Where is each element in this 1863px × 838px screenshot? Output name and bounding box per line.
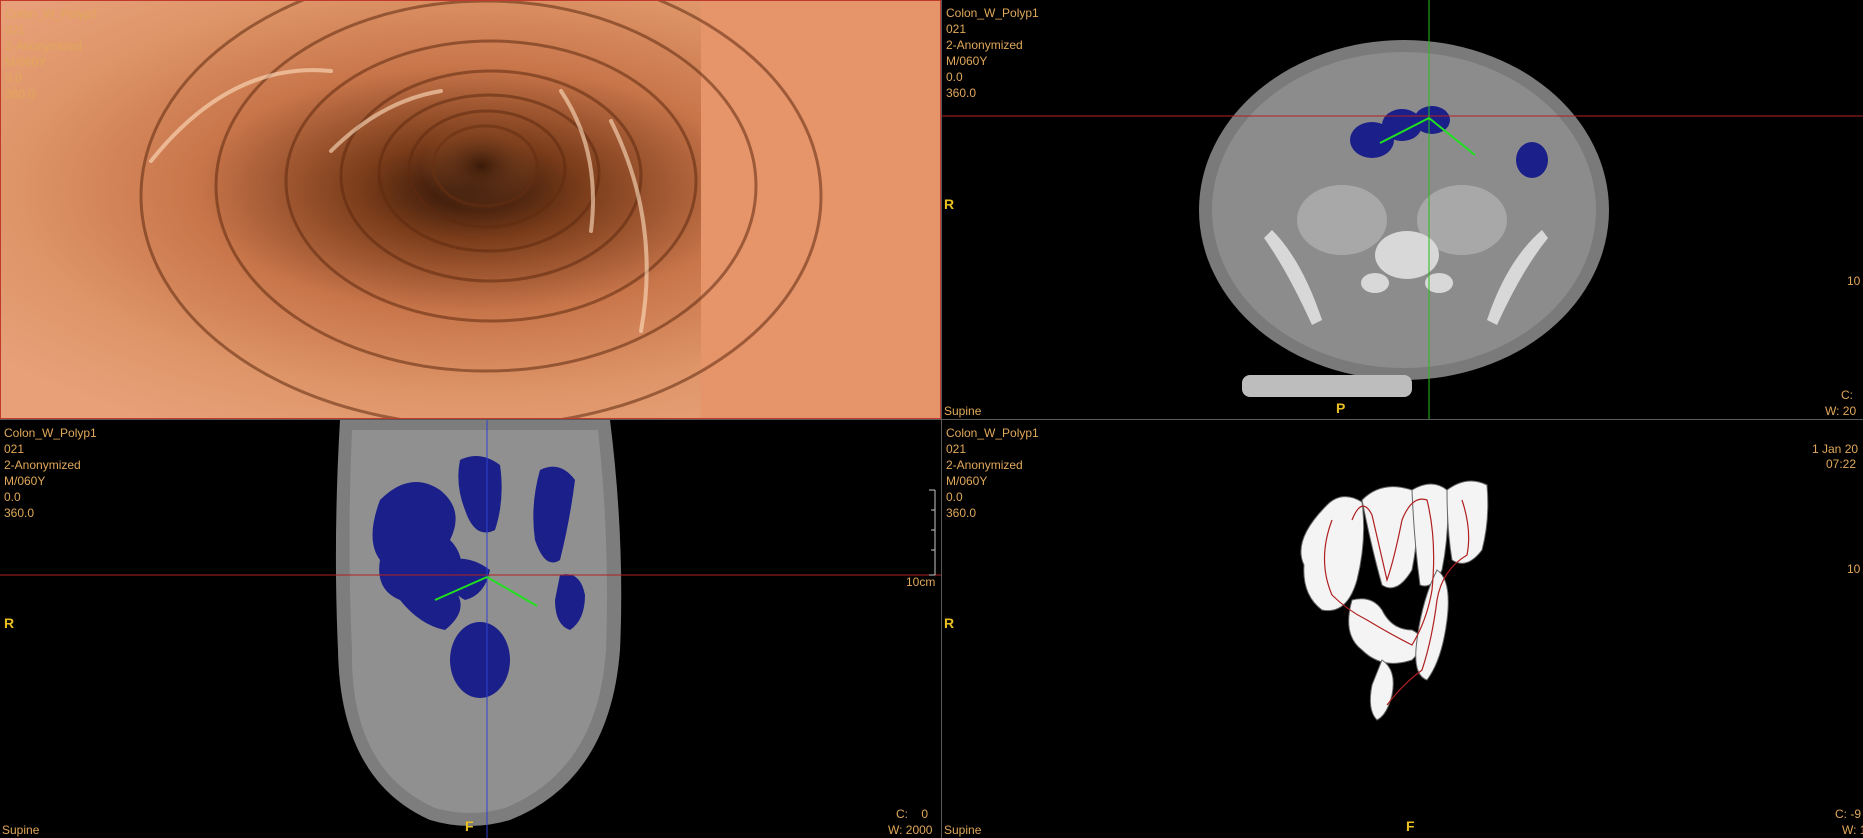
scale-label: 10 bbox=[1847, 562, 1861, 576]
value-a: 0.0 bbox=[4, 490, 21, 504]
value-b: 360.0 bbox=[946, 506, 977, 520]
colon-lumen-render bbox=[1, 1, 940, 418]
endo-study-info: Colon_W_Polyp1 021 2-Anonymized M/060Y 0… bbox=[5, 6, 98, 102]
value-a: 0.0 bbox=[946, 490, 963, 504]
window-center-label: C: 0 bbox=[896, 807, 929, 821]
study-id: 021 bbox=[4, 442, 25, 456]
value-a: 0.0 bbox=[946, 70, 963, 84]
coronal-ct-image bbox=[0, 420, 941, 838]
scale-label: 10 bbox=[1847, 274, 1861, 288]
colon-3d-model-view[interactable]: Colon_W_Polyp1 021 2-Anonymized M/060Y 0… bbox=[942, 420, 1863, 838]
patient-name: 2-Anonymized bbox=[5, 39, 82, 53]
window-center-label: C: bbox=[1841, 388, 1853, 402]
patient-name: 2-Anonymized bbox=[4, 458, 81, 472]
patient-position-label: Supine bbox=[944, 823, 982, 837]
scale-ruler bbox=[929, 489, 936, 576]
window-width-label: W: 20 bbox=[1825, 404, 1857, 418]
study-name: Colon_W_Polyp1 bbox=[946, 426, 1039, 440]
coronal-ct-view[interactable]: Colon_W_Polyp1 021 2-Anonymized M/060Y 0… bbox=[0, 420, 941, 838]
study-id: 021 bbox=[946, 442, 967, 456]
study-time-label: 07:22 bbox=[1826, 457, 1857, 471]
orientation-bottom-label: F bbox=[1406, 818, 1415, 834]
value-b: 360.0 bbox=[5, 87, 36, 101]
study-id: 021 bbox=[946, 22, 967, 36]
value-b: 360.0 bbox=[946, 86, 977, 100]
patient-sex-age: M/060Y bbox=[4, 474, 46, 488]
orientation-right-label: R bbox=[944, 615, 955, 631]
patient-name: 2-Anonymized bbox=[946, 38, 1023, 52]
patient-sex-age: M/060Y bbox=[5, 55, 47, 69]
orientation-right-label: R bbox=[4, 615, 15, 631]
patient-position-label: Supine bbox=[944, 404, 982, 418]
window-width-label: W: 1 bbox=[1842, 823, 1863, 837]
study-name: Colon_W_Polyp1 bbox=[4, 426, 97, 440]
orientation-right-label: R bbox=[944, 196, 955, 212]
study-name: Colon_W_Polyp1 bbox=[946, 6, 1039, 20]
endoscopic-3d-view[interactable]: Colon_W_Polyp1 021 2-Anonymized M/060Y 0… bbox=[0, 0, 941, 419]
coronal-study-info: Colon_W_Polyp1 021 2-Anonymized M/060Y 0… bbox=[4, 425, 97, 521]
axial-ct-image bbox=[942, 0, 1863, 419]
orientation-bottom-label: P bbox=[1336, 400, 1346, 416]
study-id: 021 bbox=[5, 23, 26, 37]
colon-3d-model bbox=[1300, 480, 1489, 721]
orientation-bottom-label: F bbox=[465, 818, 474, 834]
scale-label: 10cm bbox=[906, 575, 936, 589]
patient-name: 2-Anonymized bbox=[946, 458, 1023, 472]
study-date-label: 1 Jan 20 bbox=[1812, 442, 1859, 456]
patient-sex-age: M/060Y bbox=[946, 474, 988, 488]
window-center-label: C: -9 bbox=[1835, 807, 1862, 821]
study-name: Colon_W_Polyp1 bbox=[5, 7, 98, 21]
value-a: 0.0 bbox=[5, 71, 22, 85]
window-width-label: W: 2000 bbox=[888, 823, 933, 837]
axial-study-info: Colon_W_Polyp1 021 2-Anonymized M/060Y 0… bbox=[946, 5, 1039, 101]
axial-ct-view[interactable]: Colon_W_Polyp1 021 2-Anonymized M/060Y 0… bbox=[942, 0, 1863, 419]
model-study-info: Colon_W_Polyp1 021 2-Anonymized M/060Y 0… bbox=[946, 425, 1039, 521]
horizontal-divider[interactable] bbox=[0, 419, 1863, 420]
patient-sex-age: M/060Y bbox=[946, 54, 988, 68]
value-b: 360.0 bbox=[4, 506, 35, 520]
patient-position-label: Supine bbox=[2, 823, 40, 837]
